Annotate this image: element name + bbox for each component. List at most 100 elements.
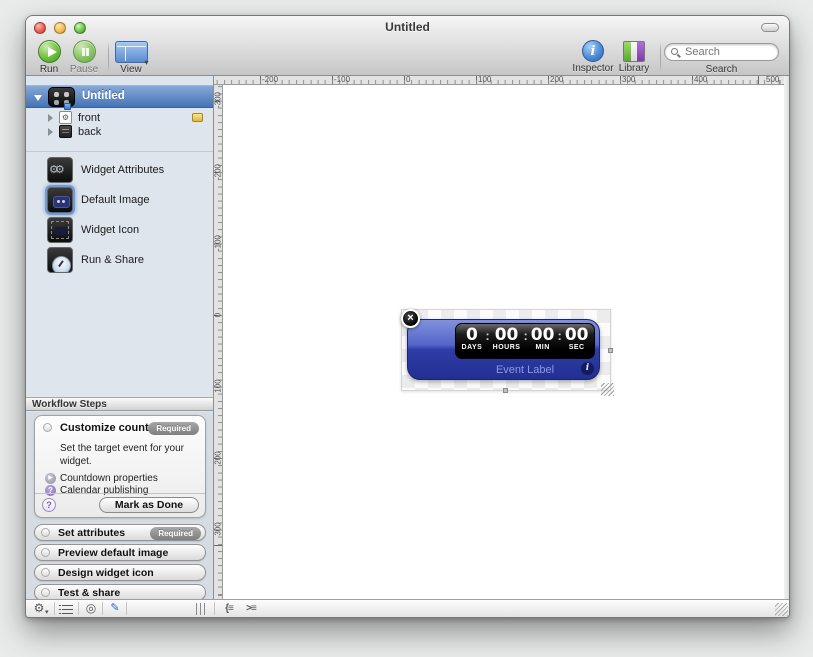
chevron-down-icon: ▾ — [45, 605, 49, 618]
ruler-label: 100 — [214, 379, 223, 392]
front-page-icon: ⚙ — [59, 111, 72, 124]
countdown-properties-label: Countdown properties — [60, 473, 158, 484]
window-resize-grip[interactable] — [775, 603, 788, 616]
source-braces-icon[interactable]: {≡ — [220, 601, 238, 616]
inspector-icon: i — [582, 40, 604, 62]
bottom-bar: ⚙▾ ◎ ✎ {≡ >≡ — [26, 599, 789, 617]
sidebar-item-widget-attributes[interactable]: Widget Attributes — [26, 157, 213, 187]
workflow-step-customize-countdown[interactable]: Customize countdown Required Set the tar… — [34, 415, 206, 518]
pause-icon — [73, 40, 96, 63]
toolbar-separator — [660, 42, 661, 72]
ruler-label: 200 — [214, 451, 223, 464]
sec-unit: SEC — [565, 344, 589, 351]
ruler-label: -100 — [334, 75, 350, 84]
workflow-step-preview-default-image[interactable]: Preview default image — [34, 544, 206, 561]
ruler-label: -300 — [214, 92, 223, 108]
widget-selection-frame[interactable]: 0 DAYS : 00 HOURS : 00 MIN : 00 — [401, 309, 611, 391]
search-input[interactable] — [685, 45, 773, 59]
library-icon — [623, 41, 645, 62]
bottom-bar-separator — [54, 602, 55, 615]
step-radio[interactable] — [41, 568, 50, 577]
resize-handle-right[interactable] — [608, 348, 613, 353]
event-label-text[interactable]: Event Label — [455, 364, 595, 376]
inspector-label: Inspector — [568, 63, 618, 74]
library-button[interactable]: Library — [614, 39, 654, 74]
step-radio[interactable] — [41, 548, 50, 557]
design-canvas[interactable]: 0 DAYS : 00 HOURS : 00 MIN : 00 — [223, 85, 784, 601]
sidebar-item-run-share[interactable]: Run & Share — [26, 247, 213, 277]
design-widget-icon-label: Design widget icon — [58, 567, 154, 579]
sidebar-item-back[interactable]: back — [26, 125, 213, 139]
resize-handle-bottom[interactable] — [503, 388, 508, 393]
ruler-label: 400 — [694, 75, 707, 84]
run-play-icon — [38, 40, 61, 63]
ruler-label: 100 — [478, 75, 491, 84]
hours-unit: HOURS — [493, 344, 521, 351]
step-description: Set the target event for your widget. — [60, 442, 190, 468]
mark-as-done-button[interactable]: Mark as Done — [99, 497, 199, 513]
chevron-down-icon: ▾ — [144, 58, 148, 67]
default-image-label: Default Image — [81, 194, 149, 206]
widget-info-button[interactable]: i — [581, 362, 594, 375]
disclosure-open-icon[interactable] — [34, 95, 42, 101]
countdown-widget[interactable]: 0 DAYS : 00 HOURS : 00 MIN : 00 — [407, 319, 600, 380]
sidebar: Untitled ⚙ front back Widget Attributes … — [26, 76, 214, 601]
set-attributes-label: Set attributes — [58, 527, 125, 539]
widget-attributes-icon — [47, 157, 73, 183]
disclosure-closed-icon[interactable] — [48, 128, 53, 136]
sidebar-item-project[interactable]: Untitled — [26, 85, 213, 108]
run-share-label: Run & Share — [81, 254, 144, 266]
days-unit: DAYS — [462, 344, 483, 351]
sidebar-item-widget-icon[interactable]: Widget Icon — [26, 217, 213, 247]
vertical-ruler: -300 -200 -100 0 100 200 300 — [214, 85, 223, 601]
step-radio[interactable] — [41, 528, 50, 537]
help-button[interactable]: ? — [42, 498, 56, 512]
indent-list-icon[interactable]: >≡ — [242, 601, 260, 616]
search-icon — [671, 48, 678, 55]
window-chrome: Untitled Run Pause ▾ View i Inspector — [26, 16, 789, 76]
ruler-label: -200 — [262, 75, 278, 84]
front-label: front — [78, 112, 100, 124]
window-edge — [784, 76, 790, 601]
step-footer: ? Mark as Done — [35, 493, 205, 517]
bottom-bar-separator — [102, 602, 103, 615]
play-circle-icon: ▶ — [45, 473, 56, 484]
splitter-drag-handle[interactable] — [196, 603, 207, 615]
step-radio[interactable] — [41, 588, 50, 597]
bottom-bar-separator — [214, 602, 215, 615]
list-icon — [62, 605, 73, 614]
project-name: Untitled — [82, 90, 125, 102]
note-badge-icon[interactable] — [192, 113, 203, 122]
widget-attributes-label: Widget Attributes — [81, 164, 164, 176]
min-value: 00 — [531, 326, 555, 345]
required-badge: Required — [148, 422, 199, 435]
widget-resize-grip[interactable] — [601, 383, 614, 396]
run-share-icon — [47, 247, 73, 273]
sec-value: 00 — [565, 326, 589, 345]
workflow-step-set-attributes[interactable]: Set attributes Required — [34, 524, 206, 541]
horizontal-ruler: -200 -100 0 100 200 300 400 500 — [214, 76, 784, 85]
workflow-steps-panel: Customize countdown Required Set the tar… — [26, 412, 213, 601]
title-bar[interactable]: Untitled — [26, 16, 789, 38]
disclosure-closed-icon[interactable] — [48, 114, 53, 122]
view-button[interactable]: ▾ View — [108, 39, 154, 75]
sidebar-item-default-image[interactable]: Default Image — [26, 187, 213, 217]
search-label: Search — [664, 64, 779, 75]
ruler-label: -200 — [214, 164, 223, 180]
sidebar-item-front[interactable]: ⚙ front — [26, 111, 213, 125]
edit-pencil-icon[interactable]: ✎ — [106, 601, 124, 616]
action-gear-menu[interactable]: ⚙▾ — [30, 601, 48, 616]
inspector-button[interactable]: i Inspector — [568, 39, 618, 74]
steps-list-icon[interactable] — [58, 601, 76, 616]
hours-value: 00 — [493, 326, 521, 345]
target-icon[interactable]: ◎ — [82, 601, 100, 616]
widget-close-button[interactable]: × — [401, 309, 420, 328]
pause-button[interactable]: Pause — [61, 39, 107, 75]
step-radio[interactable] — [43, 423, 52, 432]
workflow-step-design-widget-icon[interactable]: Design widget icon — [34, 564, 206, 581]
ruler-label: 200 — [550, 75, 563, 84]
ruler-label: 300 — [214, 522, 223, 535]
library-label: Library — [614, 63, 654, 74]
search-field[interactable] — [664, 43, 779, 61]
toolbar-toggle-pill[interactable] — [761, 23, 779, 32]
